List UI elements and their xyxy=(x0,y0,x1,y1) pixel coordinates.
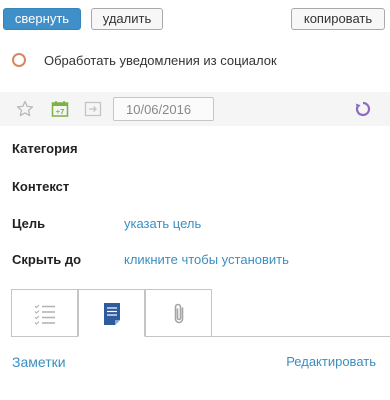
task-row: Обработать уведомления из социалок xyxy=(0,43,390,81)
date-input[interactable] xyxy=(113,97,214,121)
copy-button[interactable]: копировать xyxy=(291,8,385,30)
collapse-button[interactable]: свернуть xyxy=(3,8,81,30)
star-icon[interactable] xyxy=(16,100,34,123)
paperclip-icon xyxy=(174,303,184,324)
refresh-icon[interactable] xyxy=(354,100,372,123)
delete-button[interactable]: удалить xyxy=(91,8,163,30)
hide-until-label: Скрыть до xyxy=(12,252,82,267)
notes-title: Заметки xyxy=(12,354,66,370)
toolbar: свернуть удалить копировать xyxy=(0,0,390,40)
hide-until-row: Скрыть до кликните чтобы установить xyxy=(0,249,390,271)
goal-link[interactable]: указать цель xyxy=(124,216,201,231)
task-status-circle-icon[interactable] xyxy=(12,53,26,67)
category-label: Категория xyxy=(12,141,78,156)
task-title: Обработать уведомления из социалок xyxy=(44,53,277,68)
calendar-badge: +7 xyxy=(56,107,65,116)
detail-tabs xyxy=(11,289,390,337)
hide-until-link[interactable]: кликните чтобы установить xyxy=(124,252,289,267)
edit-notes-link[interactable]: Редактировать xyxy=(286,354,376,369)
meta-bar: +7 xyxy=(0,92,390,126)
category-row: Категория xyxy=(0,138,390,160)
notes-icon xyxy=(104,303,120,325)
calendar-icon[interactable]: +7 xyxy=(51,100,69,123)
context-row: Контекст xyxy=(0,176,390,198)
tab-checklist[interactable] xyxy=(11,289,78,337)
tab-notes[interactable] xyxy=(78,289,145,337)
notes-header: Заметки Редактировать xyxy=(0,350,390,374)
goal-label: Цель xyxy=(12,216,46,231)
goal-row: Цель указать цель xyxy=(0,213,390,235)
tab-attachments[interactable] xyxy=(145,289,212,337)
checklist-icon xyxy=(34,304,55,325)
context-label: Контекст xyxy=(12,179,70,194)
defer-icon[interactable] xyxy=(84,100,102,123)
